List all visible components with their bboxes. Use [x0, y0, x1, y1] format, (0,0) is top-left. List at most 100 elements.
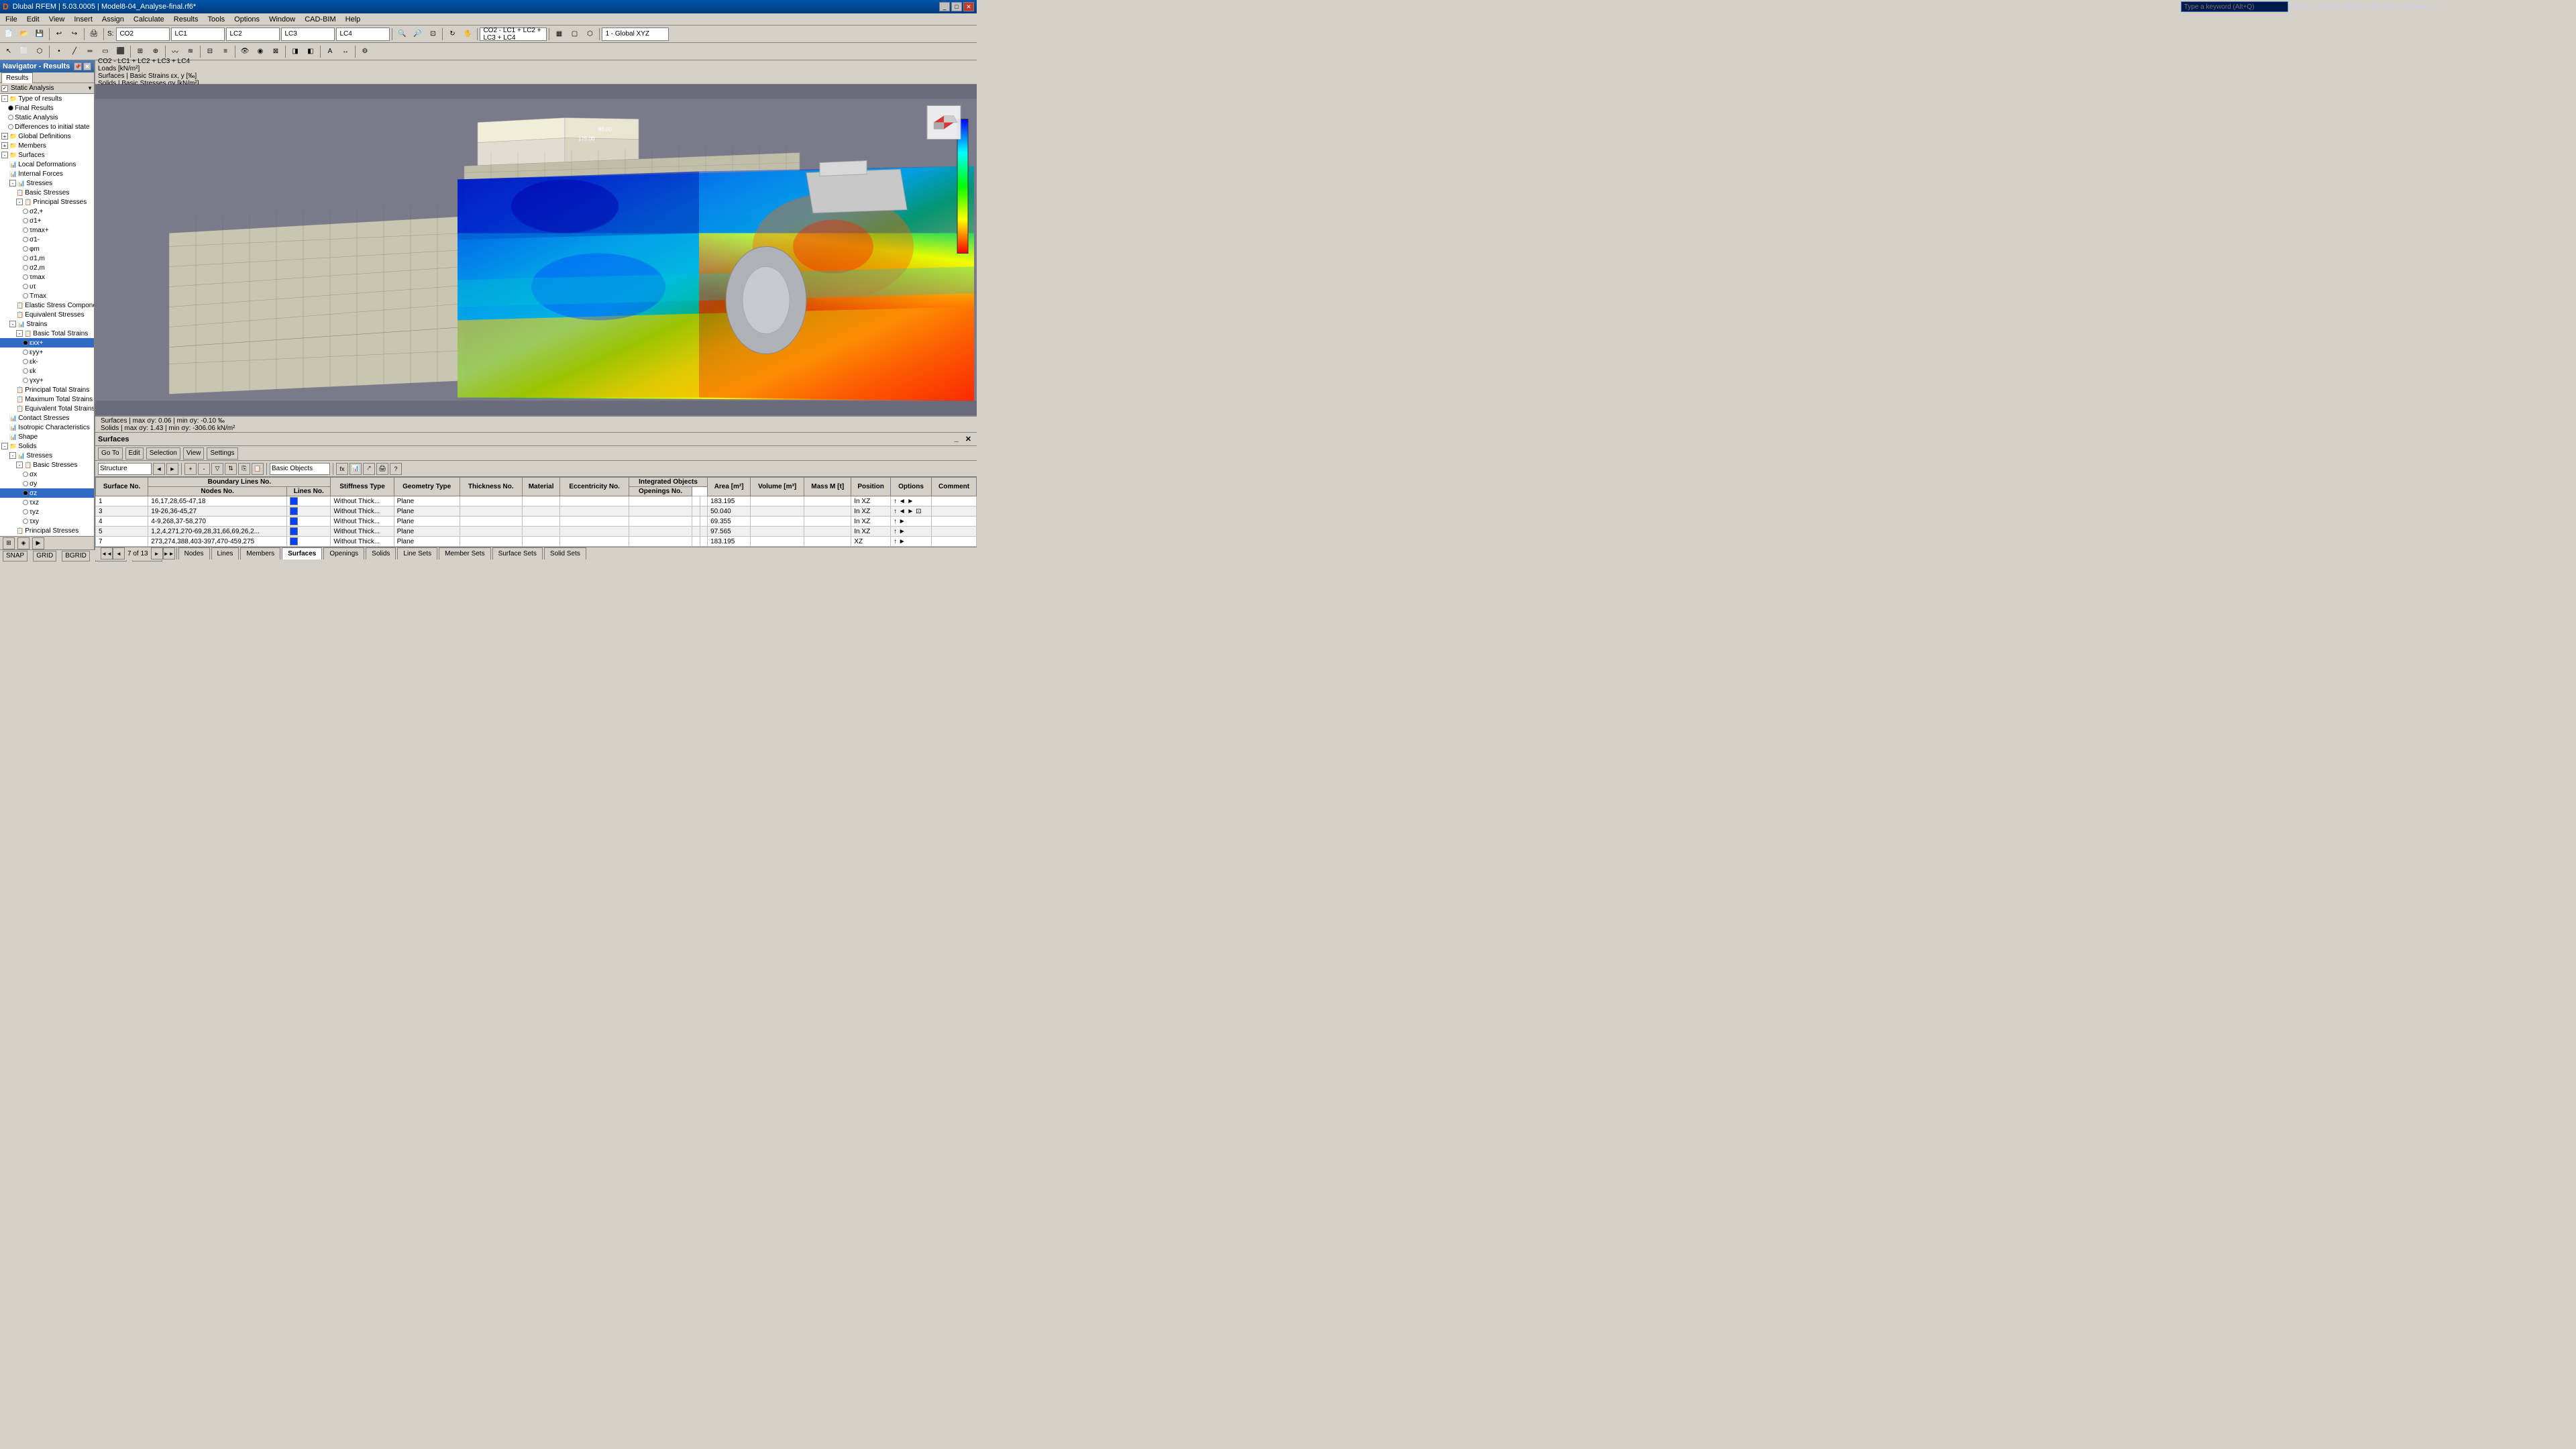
tb-annotation[interactable]: A [323, 44, 337, 59]
col-volume[interactable]: Volume [m³] [751, 478, 804, 496]
sy-radio[interactable] [23, 481, 28, 486]
tb2-del[interactable]: - [198, 463, 210, 475]
tb-dimension[interactable]: ↔ [338, 44, 353, 59]
data-table[interactable]: Surface No. Boundary Lines No. Stiffness… [95, 477, 977, 547]
tb-line[interactable]: ╱ [67, 44, 82, 59]
menu-cadbim[interactable]: CAD-BIM [301, 15, 339, 24]
col-eccentricity[interactable]: Eccentricity No. [560, 478, 629, 496]
solids-header[interactable]: - 📁 Solids [0, 441, 94, 451]
s2p-item[interactable]: σ2,+ [0, 207, 94, 216]
tab-openings[interactable]: Openings [323, 547, 364, 559]
tmaxm-radio[interactable] [23, 274, 28, 280]
ek-radio[interactable] [23, 359, 28, 364]
tb-deform[interactable]: 〰 [168, 44, 182, 59]
sz-item[interactable]: σz [0, 488, 94, 498]
col-nodes[interactable]: Nodes No. [148, 487, 287, 496]
differences-radio[interactable] [8, 124, 13, 129]
col-lines[interactable]: Lines No. [287, 487, 331, 496]
tb-undo[interactable]: ↩ [52, 27, 66, 42]
page-first[interactable]: ◄◄ [101, 547, 113, 559]
tb-render[interactable]: ▦ [551, 27, 566, 42]
static-analysis-check[interactable] [1, 85, 8, 92]
ek-item[interactable]: εk- [0, 357, 94, 366]
col-boundary[interactable]: Boundary Lines No. [148, 478, 331, 487]
principal-stresses-solids-item[interactable]: 📋 Principal Stresses [0, 526, 94, 535]
table-row[interactable]: 4 4-9,268,37-58,270 Without Thick... Pla… [96, 517, 977, 527]
tb-stress[interactable]: ≋ [183, 44, 198, 59]
static-analysis-item[interactable]: Static Analysis [0, 113, 94, 122]
sz-radio[interactable] [23, 490, 28, 496]
s-dropdown[interactable]: CO2 [116, 28, 170, 41]
global-xyz-dropdown[interactable]: 1 - Global XYZ [602, 28, 669, 41]
phim-radio[interactable] [23, 246, 28, 252]
txy-radio[interactable] [23, 519, 28, 524]
tb-redo[interactable]: ↪ [67, 27, 82, 42]
expand-icon[interactable]: - [9, 180, 16, 186]
tb-select-poly[interactable]: ⬡ [32, 44, 47, 59]
ek2-radio[interactable] [23, 368, 28, 374]
tb-pan[interactable]: ✋ [460, 27, 475, 42]
table-row[interactable]: 3 19-26,36-45,27 Without Thick... Plane … [96, 506, 977, 517]
final-results-radio[interactable] [8, 105, 13, 111]
col-no[interactable]: Surface No. [96, 478, 148, 496]
sy-item[interactable]: σy [0, 479, 94, 488]
tb-zoom-in[interactable]: 🔍 [394, 27, 409, 42]
equiv-item[interactable]: 📋 Equivalent Stresses [0, 310, 94, 319]
lc1-dropdown[interactable]: LC1 [171, 28, 225, 41]
tab-lines[interactable]: Lines [211, 547, 239, 559]
tb-wireframe[interactable]: ▢ [567, 27, 582, 42]
tab-solids[interactable]: Solids [366, 547, 396, 559]
tb-filter[interactable]: ⊠ [268, 44, 283, 59]
tb2-copy[interactable]: ⎘ [238, 463, 250, 475]
tb-show-all[interactable]: ◉ [253, 44, 268, 59]
static-analysis-radio[interactable] [8, 115, 13, 120]
table-row[interactable]: 1 16,17,28,65-47,18 Without Thick... Pla… [96, 496, 977, 506]
s1m-item[interactable]: σ1- [0, 235, 94, 244]
maximize-button[interactable]: □ [951, 2, 962, 11]
s1p-item[interactable]: σ1+ [0, 216, 94, 225]
contact-item[interactable]: 📊 Contact Stresses [0, 413, 94, 423]
isotropic-item[interactable]: 📊 Isotropic Characteristics [0, 423, 94, 432]
sx-item[interactable]: σx [0, 470, 94, 479]
tb-snap-grid[interactable]: ⊞ [133, 44, 148, 59]
menu-tools[interactable]: Tools [203, 15, 229, 24]
col-stiffness[interactable]: Stiffness Type [331, 478, 394, 496]
col-comment[interactable]: Comment [932, 478, 977, 496]
tb-member[interactable]: ═ [83, 44, 97, 59]
table-row[interactable]: 7 273,274,388,403-397,470-459,275 Withou… [96, 537, 977, 547]
tb2-formula[interactable]: fx [336, 463, 348, 475]
members-header[interactable]: + 📁 Members [0, 141, 94, 150]
page-prev[interactable]: ◄ [113, 547, 125, 559]
tyz-item[interactable]: τyz [0, 507, 94, 517]
col-material[interactable]: Material [522, 478, 560, 496]
lc2-dropdown[interactable]: LC2 [226, 28, 280, 41]
vt-item[interactable]: υτ [0, 282, 94, 291]
s2m-radio[interactable] [23, 265, 28, 270]
basic-objects-dropdown[interactable]: Basic Objects [270, 463, 330, 475]
gxy-radio[interactable] [23, 378, 28, 383]
tb-open[interactable]: 📂 [17, 27, 32, 42]
tab-nodes[interactable]: Nodes [178, 547, 210, 559]
table-selection[interactable]: Selection [146, 447, 180, 460]
tb2-chart[interactable]: 📊 [350, 463, 362, 475]
shape-item[interactable]: 📊 Shape [0, 432, 94, 441]
status-snap[interactable]: SNAP [3, 551, 28, 561]
tmax-item[interactable]: τmax+ [0, 225, 94, 235]
tb-iso[interactable]: ⬡ [582, 27, 597, 42]
nav-close-btn[interactable]: ✕ [83, 62, 91, 70]
txy-item[interactable]: τxy [0, 517, 94, 526]
s1m2-radio[interactable] [23, 256, 28, 261]
close-button[interactable]: ✕ [963, 2, 974, 11]
tab-members[interactable]: Members [240, 547, 280, 559]
min-table[interactable]: _ [952, 435, 961, 443]
tb2-prev[interactable]: ◄ [153, 463, 165, 475]
elastic-item[interactable]: 📋 Elastic Stress Components [0, 301, 94, 310]
solids-stresses-item[interactable]: - 📊 Stresses [0, 451, 94, 460]
tb-hide[interactable]: 👁 [237, 44, 252, 59]
sx-radio[interactable] [23, 472, 28, 477]
table-view[interactable]: View [183, 447, 205, 460]
tb-surface[interactable]: ▭ [98, 44, 113, 59]
s1m-radio[interactable] [23, 237, 28, 242]
menu-results[interactable]: Results [170, 15, 203, 24]
tb-zoom-out[interactable]: 🔎 [410, 27, 425, 42]
